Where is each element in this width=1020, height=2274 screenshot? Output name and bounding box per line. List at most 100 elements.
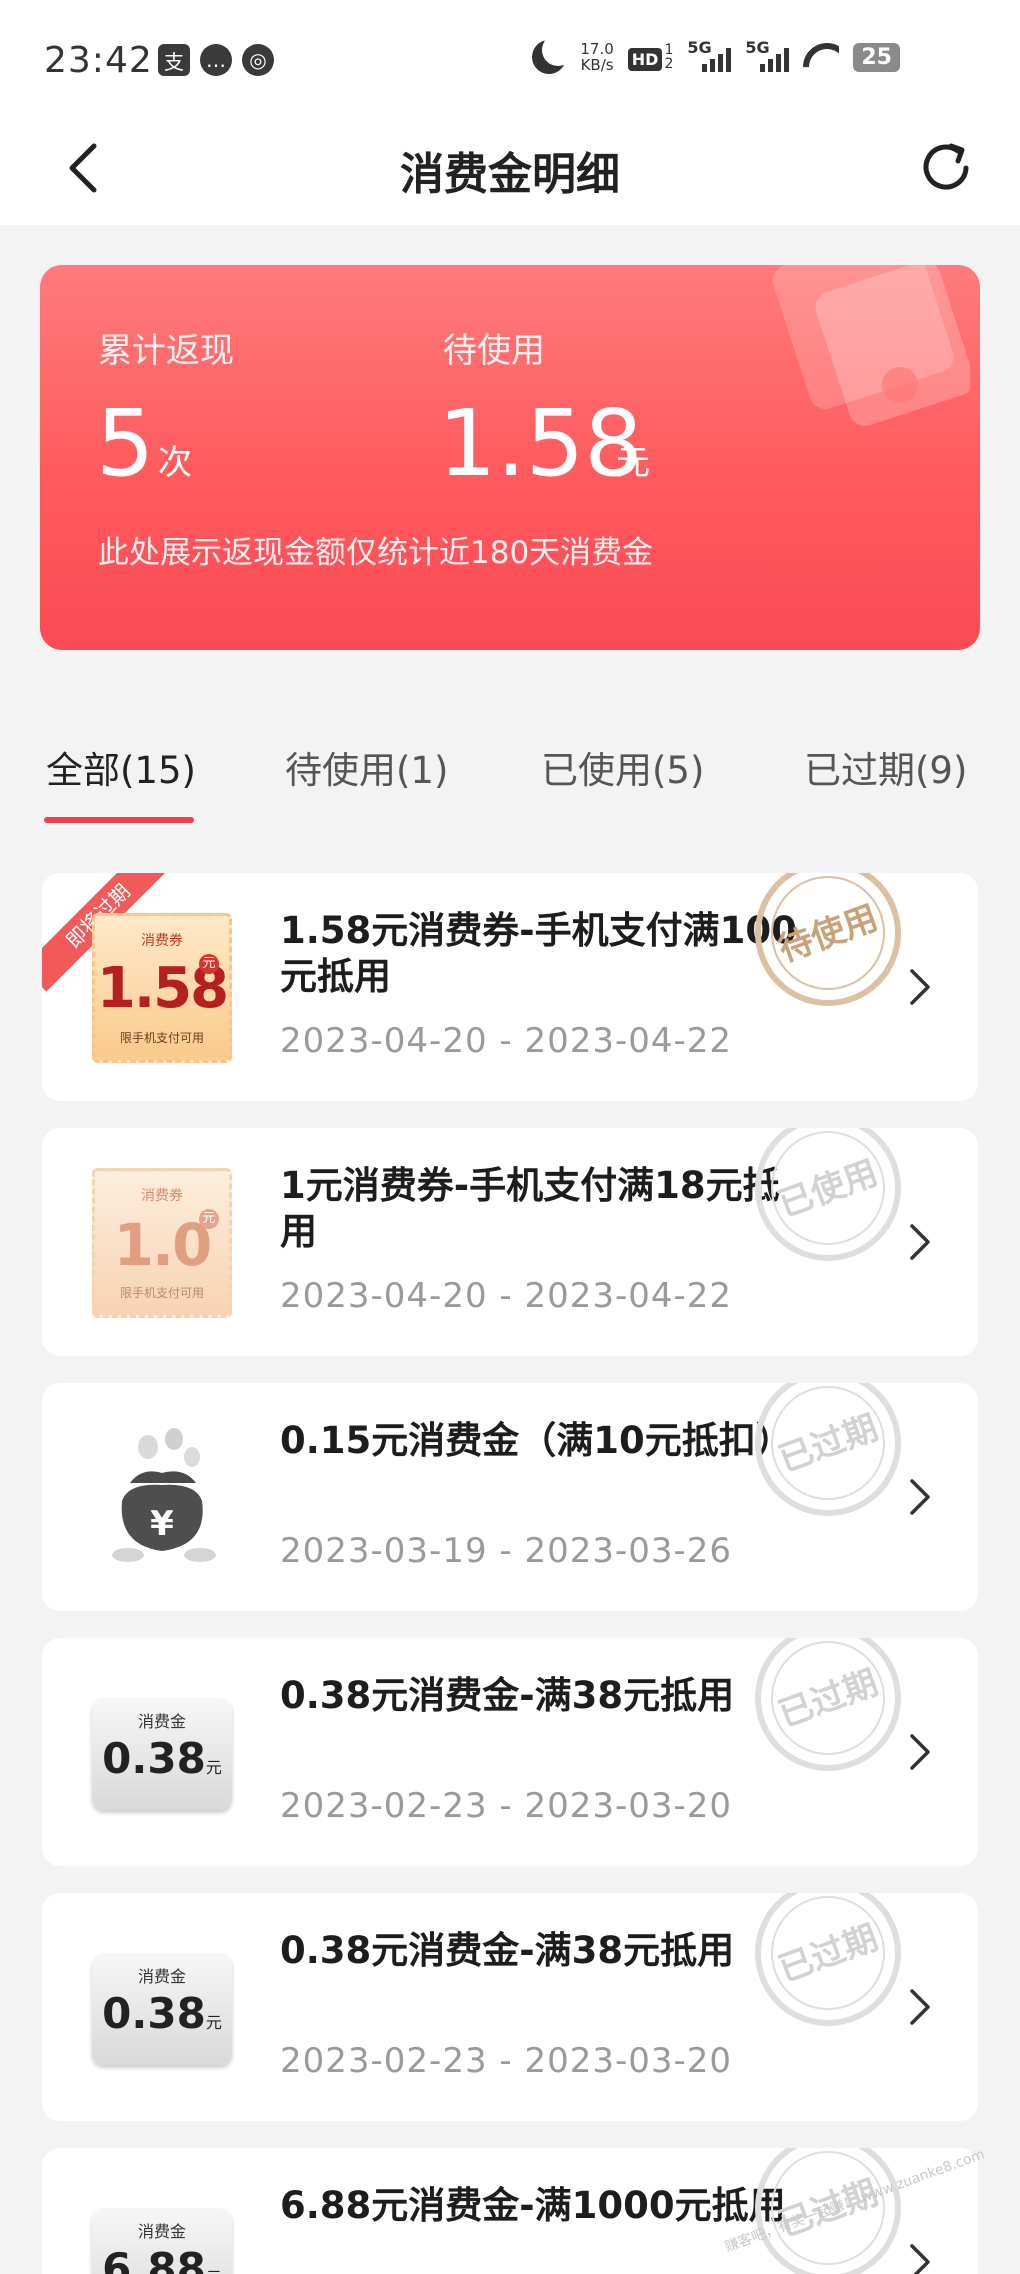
nav-bar: 消费金明细 bbox=[0, 110, 1020, 225]
item-date-range: 2023-02-23 - 2023-03-20 bbox=[280, 1786, 733, 1826]
item-date-range: 2023-02-23 - 2023-03-20 bbox=[280, 2041, 733, 2081]
coupon-yuan-badge: 元 bbox=[199, 1209, 219, 1229]
chevron-right-icon bbox=[910, 1989, 930, 2025]
silver-coupon-image: 消费金 0.38元 bbox=[92, 1698, 232, 1810]
cashback-label: 累计返现 bbox=[98, 331, 234, 371]
coupon-head: 消费券 bbox=[141, 933, 183, 949]
silver-coupon-head: 消费金 bbox=[137, 1967, 186, 1986]
do-not-disturb-icon bbox=[532, 34, 575, 74]
coupon-image: 消费券 1.58 元 限手机支付可用 bbox=[92, 913, 232, 1063]
pending-stamp-icon: 待使用 bbox=[755, 873, 901, 1006]
pending-unit: 元 bbox=[616, 443, 650, 483]
silver-coupon-thumbnail: 消费金 6.88元 bbox=[92, 2188, 232, 2274]
item-title: 6.88元消费金-满1000元抵用 bbox=[280, 2184, 786, 2227]
status-time: 23:42 bbox=[44, 40, 153, 81]
tab-expired[interactable]: 已过期(9) bbox=[804, 740, 967, 794]
expired-stamp-icon: 已过期 bbox=[755, 1383, 901, 1516]
signal-icon-sim2: 5G bbox=[745, 38, 790, 72]
network-speed: 17.0 KB/s bbox=[580, 41, 613, 73]
coupon-image: 消费券 1.0 元 限手机支付可用 bbox=[92, 1168, 232, 1318]
ticket-decoration-icon bbox=[772, 265, 970, 426]
yuan-symbol: ¥ bbox=[150, 1504, 174, 1544]
chevron-right-icon bbox=[910, 1224, 930, 1260]
item-date-range: 2023-04-20 - 2023-04-22 bbox=[280, 1276, 733, 1316]
silver-coupon-number: 0.38 bbox=[102, 1989, 206, 2038]
item-title: 0.15元消费金（满10元抵扣） bbox=[280, 1419, 793, 1462]
hd-voice-icon: HD 1 2 bbox=[627, 43, 673, 71]
coupon-thumbnail: 消费券 1.0 元 限手机支付可用 bbox=[92, 1168, 232, 1318]
refresh-icon[interactable] bbox=[918, 138, 978, 198]
expired-stamp-icon: 已过期 bbox=[755, 1638, 901, 1771]
item-title: 0.38元消费金-满38元抵用 bbox=[280, 1674, 735, 1717]
silver-coupon-thumbnail: 消费金 0.38元 bbox=[92, 1933, 232, 2083]
status-notification-icons: 支 … ◎ bbox=[158, 44, 274, 76]
item-title: 0.38元消费金-满38元抵用 bbox=[280, 1929, 735, 1972]
sim-slots: 1 2 bbox=[664, 43, 673, 71]
item-title: 1元消费券-手机支付满18元抵用 bbox=[280, 1164, 780, 1253]
network-speed-unit: KB/s bbox=[580, 56, 614, 74]
silver-coupon-image: 消费金 6.88元 bbox=[92, 2208, 232, 2274]
silver-coupon-head: 消费金 bbox=[137, 1712, 186, 1731]
battery-icon: 25 bbox=[853, 42, 900, 72]
silver-coupon-value: 0.38元 bbox=[92, 1989, 232, 2038]
chevron-right-icon bbox=[910, 2244, 930, 2274]
coupon-foot: 限手机支付可用 bbox=[119, 1031, 204, 1045]
chevron-right-icon bbox=[910, 1479, 930, 1515]
network-speed-value: 17.0 bbox=[580, 40, 614, 58]
hd-label: HD bbox=[627, 48, 663, 71]
chevron-right-icon bbox=[910, 969, 930, 1005]
silver-coupon-number: 6.88 bbox=[102, 2244, 206, 2274]
summary-card: 累计返现 5 次 待使用 1.58 元 此处展示返现金额仅统计近180天消费金 bbox=[40, 265, 980, 650]
tab-all[interactable]: 全部(15) bbox=[46, 740, 196, 794]
coupon-foot: 限手机支付可用 bbox=[119, 1286, 204, 1300]
item-date-range: 2023-03-19 - 2023-03-26 bbox=[280, 1531, 733, 1571]
silver-coupon-value: 0.38元 bbox=[92, 1734, 232, 1783]
status-right-icons: 17.0 KB/s HD 1 2 5G 5G 25 bbox=[532, 34, 900, 74]
stamp-text: 已使用 bbox=[774, 1153, 884, 1225]
silver-coupon-head: 消费金 bbox=[137, 2222, 186, 2241]
silver-coupon-yuan: 元 bbox=[205, 1758, 222, 1777]
list-item[interactable]: ¥ 0.15元消费金（满10元抵扣） 2023-03-19 - 2023-03-… bbox=[42, 1383, 978, 1611]
status-bar: 23:42 支 … ◎ 17.0 KB/s HD 1 2 5G 5G 25 bbox=[0, 0, 1020, 110]
stamp-text: 已过期 bbox=[774, 1663, 884, 1735]
item-date-range: 2023-04-20 - 2023-04-22 bbox=[280, 1021, 733, 1061]
item-title: 1.58元消费券-手机支付满100元抵用 bbox=[280, 909, 797, 998]
coupon-thumbnail: 消费券 1.58 元 限手机支付可用 bbox=[92, 913, 232, 1063]
stamp-text: 已过期 bbox=[774, 1918, 884, 1990]
signal-icon-sim1: 5G bbox=[687, 38, 732, 72]
stamp-text: 已过期 bbox=[774, 1408, 884, 1480]
tab-used[interactable]: 已使用(5) bbox=[541, 740, 704, 794]
stamp-text: 待使用 bbox=[774, 898, 884, 970]
page-title: 消费金明细 bbox=[400, 149, 620, 200]
sim1-label: 1 bbox=[664, 42, 674, 58]
cashback-unit: 次 bbox=[158, 443, 192, 483]
app-notification-icon: ◎ bbox=[242, 44, 274, 76]
expired-stamp-icon: 已过期 bbox=[755, 1893, 901, 2026]
list-item[interactable]: 消费券 1.0 元 限手机支付可用 1元消费券-手机支付满18元抵用 2023-… bbox=[42, 1128, 978, 1356]
silver-coupon-value: 6.88元 bbox=[92, 2244, 232, 2274]
chevron-right-icon bbox=[910, 1734, 930, 1770]
sim2-label: 2 bbox=[664, 56, 674, 72]
pending-label: 待使用 bbox=[443, 331, 545, 371]
filter-tabs: 全部(15) 待使用(1) 已使用(5) 已过期(9) bbox=[0, 740, 1020, 830]
silver-coupon-number: 0.38 bbox=[102, 1734, 206, 1783]
wifi-icon bbox=[803, 43, 839, 71]
network-type-1: 5G bbox=[687, 38, 712, 57]
list-item[interactable]: 消费金 0.38元 0.38元消费金-满38元抵用 2023-02-23 - 2… bbox=[42, 1893, 978, 2121]
silver-coupon-yuan: 元 bbox=[205, 2013, 222, 2032]
summary-note: 此处展示返现金额仅统计近180天消费金 bbox=[98, 535, 654, 571]
tab-pending[interactable]: 待使用(1) bbox=[285, 740, 448, 794]
message-icon: … bbox=[200, 44, 232, 76]
list-item[interactable]: 即将过期 消费券 1.58 元 限手机支付可用 1.58元消费券-手机支付满10… bbox=[42, 873, 978, 1101]
active-tab-indicator bbox=[44, 817, 194, 823]
network-type-2: 5G bbox=[745, 38, 770, 57]
silver-coupon-image: 消费金 0.38元 bbox=[92, 1953, 232, 2065]
alipay-icon: 支 bbox=[158, 44, 190, 76]
coupon-head: 消费券 bbox=[141, 1188, 183, 1204]
money-bag-icon: ¥ bbox=[112, 1428, 216, 1562]
list-item[interactable]: 消费金 0.38元 0.38元消费金-满38元抵用 2023-02-23 - 2… bbox=[42, 1638, 978, 1866]
silver-coupon-yuan: 元 bbox=[206, 2268, 222, 2274]
used-stamp-icon: 已使用 bbox=[755, 1128, 901, 1261]
pending-amount: 1.58 bbox=[438, 390, 643, 497]
coupon-yuan-badge: 元 bbox=[199, 954, 219, 974]
